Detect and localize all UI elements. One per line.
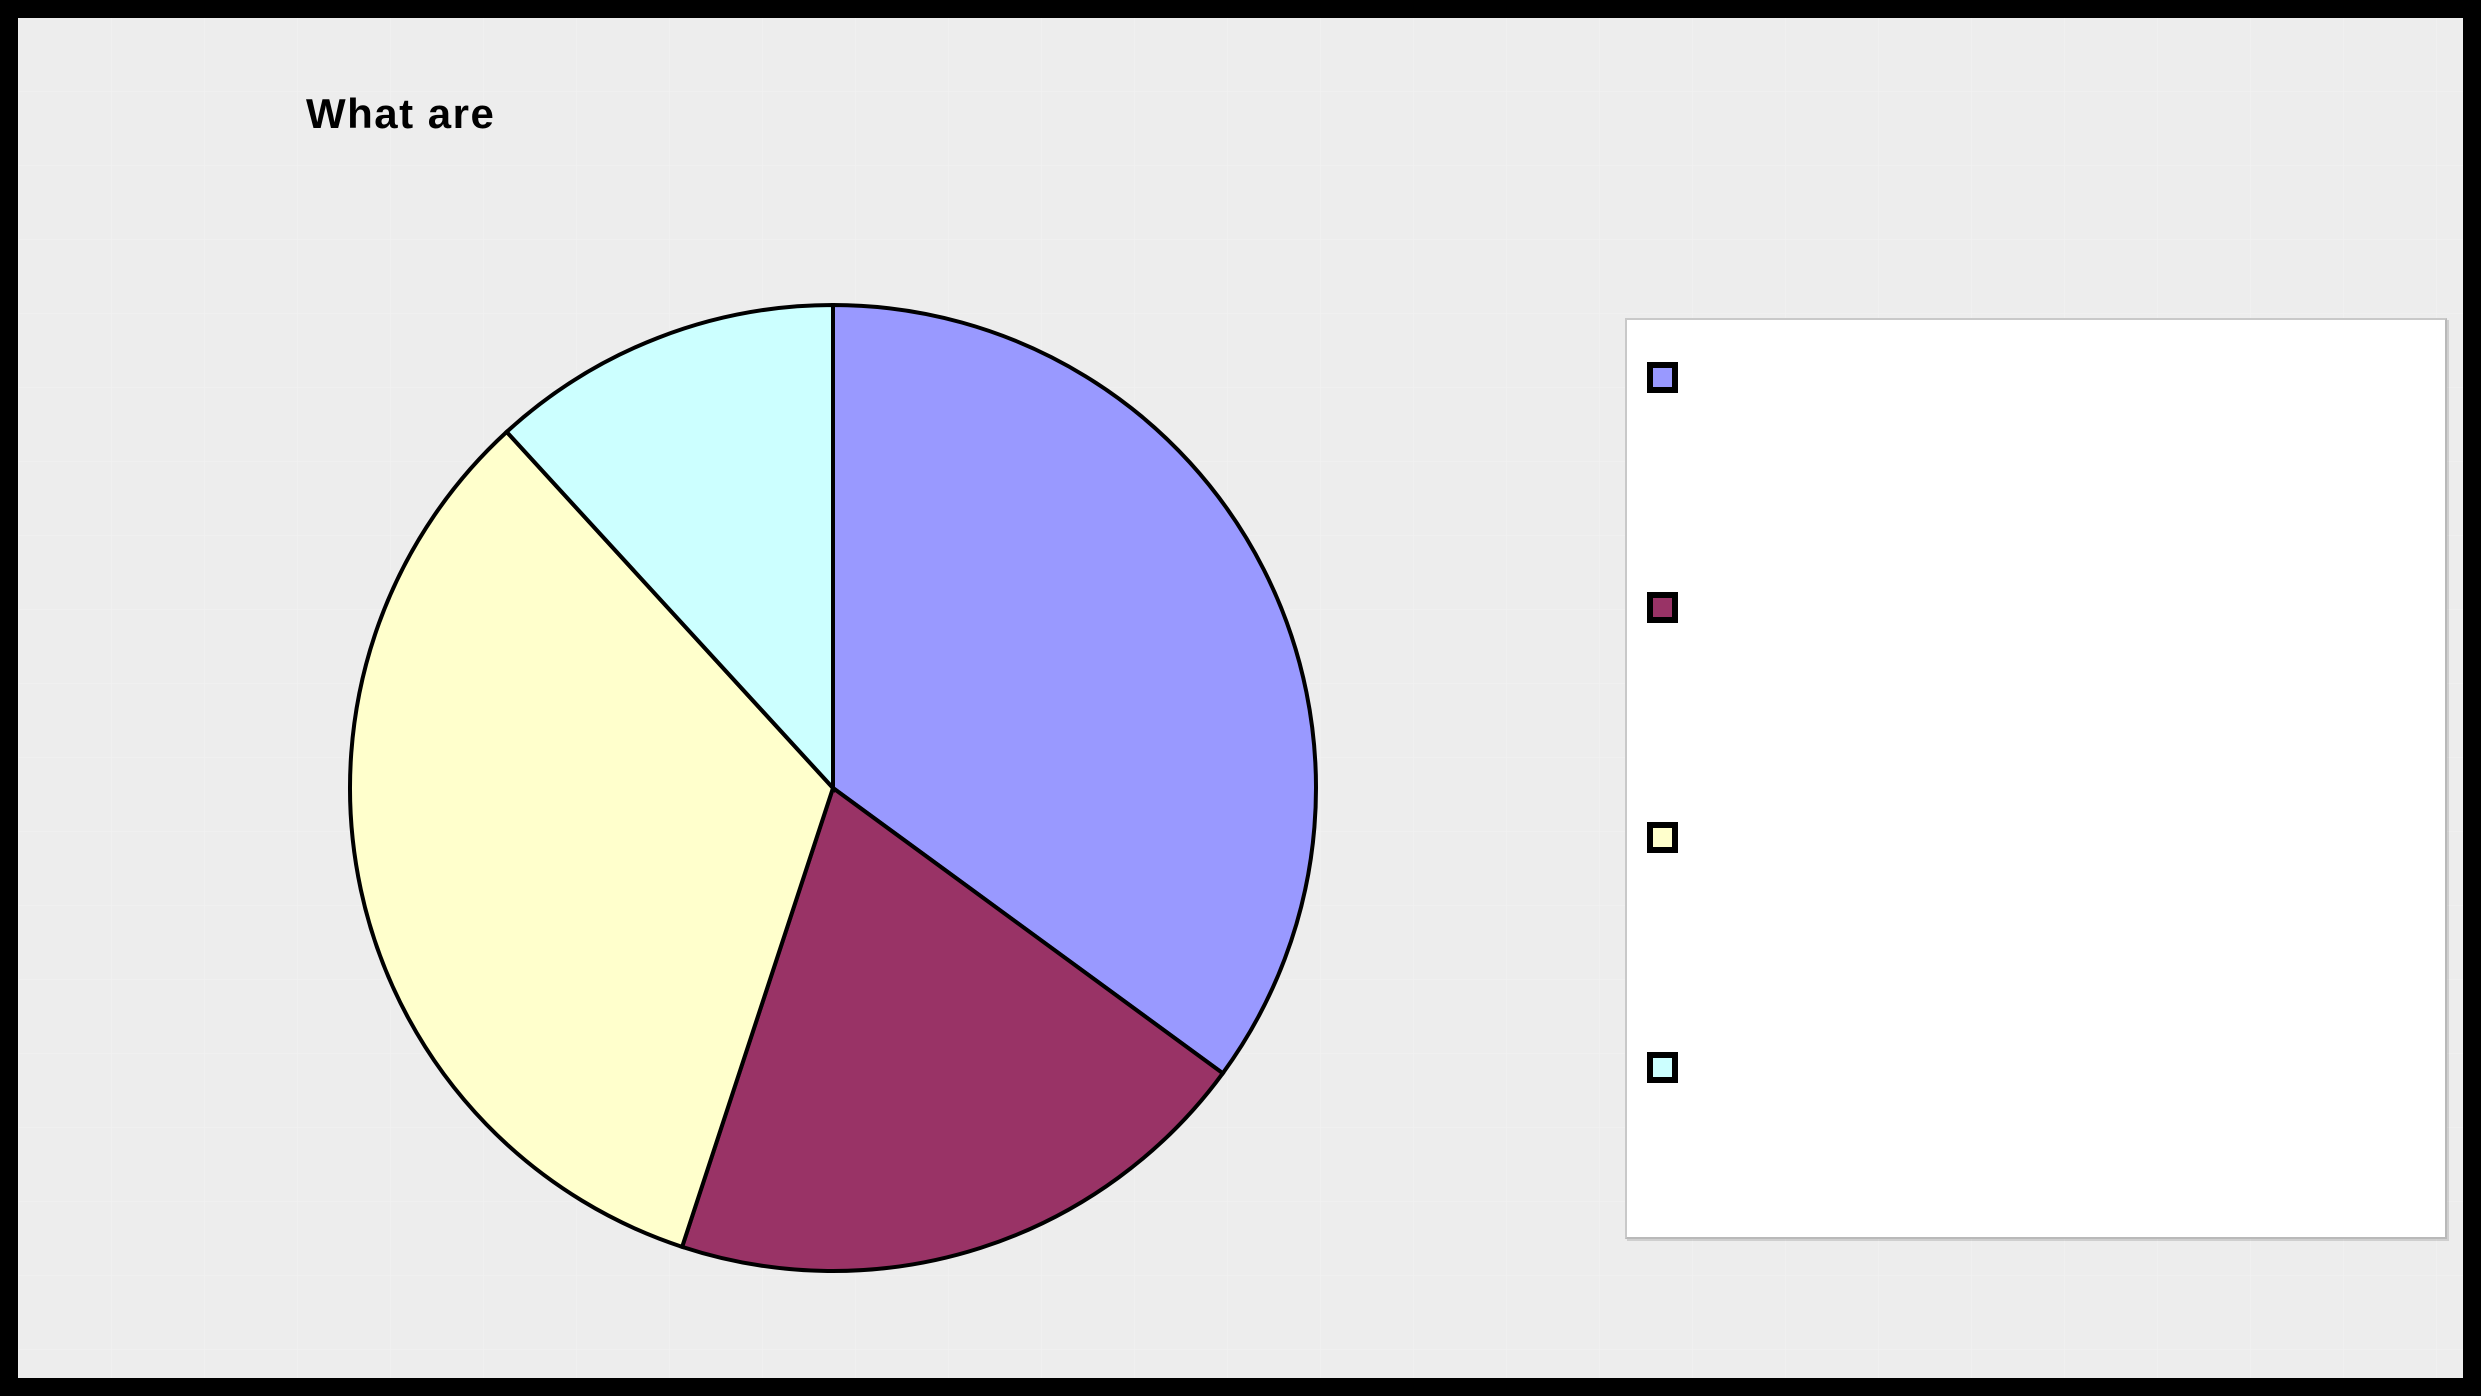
legend-swatch-icon-2: [1647, 591, 1678, 623]
legend-item-3[interactable]: [1647, 820, 1696, 854]
chart-screenshot: What are: [0, 0, 2481, 1396]
pie-chart: [332, 287, 1334, 1289]
pie-chart-svg: [348, 302, 1318, 1273]
chart-legend: [1625, 318, 2447, 1239]
legend-item-2[interactable]: [1647, 590, 1696, 624]
legend-item-4[interactable]: [1647, 1050, 1696, 1084]
chart-plot-area: What are: [18, 18, 2463, 1378]
legend-item-1[interactable]: [1647, 360, 1696, 394]
legend-swatch-icon-3: [1647, 821, 1678, 853]
legend-swatch-icon-4: [1647, 1051, 1678, 1083]
page-title: What are: [306, 90, 496, 137]
legend-swatch-icon-1: [1647, 361, 1678, 393]
pie-slice-group: [348, 302, 1318, 1273]
